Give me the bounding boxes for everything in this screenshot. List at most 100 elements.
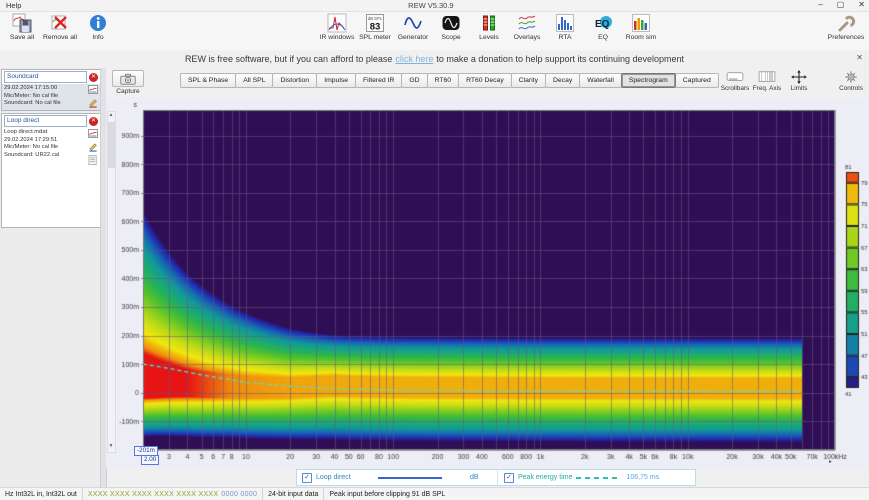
remove-all-button[interactable]: Remove all bbox=[42, 13, 78, 41]
ir-windows-label: IR windows bbox=[320, 34, 355, 41]
thumbnail-icon[interactable] bbox=[88, 129, 98, 138]
measurement-name-field[interactable]: Soundcard bbox=[4, 71, 87, 83]
vertical-scrollbar[interactable] bbox=[107, 111, 116, 453]
room-sim-button[interactable]: Room sim bbox=[623, 13, 659, 41]
pencil-red-icon[interactable] bbox=[88, 97, 98, 108]
measurement-list: Soundcard✕29.02.2024 17:15:00Mic/Meter: … bbox=[0, 69, 106, 228]
remove-all-label: Remove all bbox=[43, 34, 77, 41]
info-button[interactable]: Info bbox=[80, 13, 116, 41]
tab-gd[interactable]: GD bbox=[401, 73, 427, 88]
ir-windows-button[interactable]: IR windows bbox=[319, 13, 355, 41]
generator-icon bbox=[403, 13, 423, 33]
controls-button[interactable]: Controls bbox=[835, 70, 867, 92]
thumbnail-icon[interactable] bbox=[88, 85, 98, 94]
capture-button[interactable]: Capture bbox=[112, 70, 144, 95]
preferences-button[interactable]: Preferences bbox=[828, 13, 864, 41]
tab-distortion[interactable]: Distortion bbox=[272, 73, 317, 88]
peak-energy-label: Peak energy time bbox=[518, 474, 572, 481]
menu-bar: rencesGraphHelpDonatePro Upgrades REW V5… bbox=[0, 0, 869, 12]
vertical-scrollbar-thumb[interactable] bbox=[108, 122, 115, 168]
legend-peak-energy: Peak energy time 106,75 ms bbox=[498, 473, 659, 483]
bit-depth-status: 24-bit input data bbox=[263, 488, 324, 500]
scope-button[interactable]: Scope bbox=[433, 13, 469, 41]
x-axis-min-limit-box[interactable]: 2.00 bbox=[141, 455, 159, 465]
input-bits-status: XXXX XXXX XXXX XXXX XXXX XXXX 0000 0000 bbox=[83, 488, 263, 500]
save-all-label: Save all bbox=[10, 34, 34, 41]
ir-windows-icon bbox=[327, 13, 347, 33]
generator-label: Generator bbox=[398, 34, 429, 41]
camera-icon bbox=[112, 70, 144, 87]
measurement-details: 29.02.2024 17:15:00Mic/Meter: No cal fil… bbox=[4, 85, 85, 108]
tab-clarity[interactable]: Clarity bbox=[511, 73, 546, 88]
overlays-button[interactable]: Overlays bbox=[509, 13, 545, 41]
tab-waterfall[interactable]: Waterfall bbox=[579, 73, 622, 88]
loop-direct-checkbox[interactable] bbox=[302, 473, 312, 483]
save-all-icon bbox=[12, 13, 32, 33]
loop-direct-label: Loop direct bbox=[316, 474, 374, 481]
limits-button[interactable]: Limits bbox=[783, 70, 815, 92]
scope-icon bbox=[441, 13, 461, 33]
toolbar-right-group: Preferences bbox=[827, 12, 865, 42]
tab-decay[interactable]: Decay bbox=[545, 73, 580, 88]
delete-measurement-icon[interactable]: ✕ bbox=[89, 73, 98, 82]
window-maximize-button[interactable]: ▢ bbox=[837, 0, 845, 9]
eq-label: EQ bbox=[598, 34, 608, 41]
graph-tab-strip: SPL & PhaseAll SPLDistortionImpulseFilte… bbox=[180, 73, 718, 88]
freq-axis-icon bbox=[758, 70, 776, 84]
main-toolbar: Save all Remove all Info IR windowsdB SPL8… bbox=[0, 12, 869, 50]
status-bar: Hz Int32L in, Int32L out XXXX XXXX XXXX … bbox=[0, 487, 869, 500]
controls-label: Controls bbox=[839, 85, 863, 92]
spectrogram-canvas[interactable] bbox=[106, 98, 869, 468]
donation-link[interactable]: click here bbox=[395, 54, 433, 64]
pencil-blue-icon[interactable] bbox=[88, 141, 98, 152]
capture-label: Capture bbox=[116, 88, 139, 95]
tab-rt60[interactable]: RT60 bbox=[427, 73, 460, 88]
measurement-card-soundcard[interactable]: Soundcard✕ 29.02.2024 17:15:00Mic/Meter: … bbox=[1, 69, 101, 111]
scroll-down-icon[interactable]: ▼ bbox=[109, 444, 114, 449]
delete-measurement-icon[interactable]: ✕ bbox=[89, 117, 98, 126]
measurement-card-loop-direct[interactable]: Loop direct✕Loop direct.mdat29.02.2024 1… bbox=[1, 113, 101, 228]
eq-button[interactable]: EQ EQ bbox=[585, 13, 621, 41]
freq-axis-button[interactable]: Freq. Axis bbox=[751, 70, 783, 92]
room-sim-label: Room sim bbox=[626, 34, 657, 41]
limits-icon bbox=[790, 70, 808, 84]
generator-button[interactable]: Generator bbox=[395, 13, 431, 41]
chart-legend: Loop direct dB Peak energy time 106,75 m… bbox=[296, 469, 696, 486]
window-minimize-button[interactable]: – bbox=[818, 0, 822, 9]
save-all-button[interactable]: Save all bbox=[4, 13, 40, 41]
scroll-right-icon[interactable]: ► bbox=[828, 460, 833, 465]
tab-impulse[interactable]: Impulse bbox=[316, 73, 356, 88]
menu-help[interactable]: Help bbox=[0, 1, 58, 10]
spl-meter-button[interactable]: dB SPL83SPL meter bbox=[357, 13, 393, 41]
room-sim-icon bbox=[631, 13, 651, 33]
tab-rt60-decay[interactable]: RT60 Decay bbox=[458, 73, 512, 88]
scroll-up-icon[interactable]: ▲ bbox=[109, 113, 114, 118]
peak-energy-checkbox[interactable] bbox=[504, 473, 514, 483]
tab-spl-phase[interactable]: SPL & Phase bbox=[180, 73, 236, 88]
notes-icon[interactable] bbox=[88, 155, 98, 166]
levels-button[interactable]: Levels bbox=[471, 13, 507, 41]
tab-captured[interactable]: Captured bbox=[675, 73, 719, 88]
graph-buttons: ScrollbarsFreq. Axis Limits bbox=[719, 70, 815, 92]
donation-close-icon[interactable]: ✕ bbox=[856, 53, 863, 62]
rta-button[interactable]: RTA bbox=[547, 13, 583, 41]
window-controls: – ▢ ✕ bbox=[818, 0, 865, 9]
scrollbars-button[interactable]: Scrollbars bbox=[719, 70, 751, 92]
info-label: Info bbox=[92, 34, 103, 41]
peak-input-status: Peak input before clipping 91 dB SPL bbox=[324, 488, 450, 500]
svg-text:EQ: EQ bbox=[595, 19, 610, 30]
measurement-name-field[interactable]: Loop direct bbox=[4, 115, 87, 127]
gear-icon bbox=[842, 70, 860, 84]
input-bits-active: XXXX XXXX XXXX XXXX XXXX XXXX bbox=[88, 491, 218, 498]
levels-label: Levels bbox=[479, 34, 499, 41]
donation-text-pre: REW is free software, but if you can aff… bbox=[185, 54, 392, 64]
toolbar-left-group: Save all Remove all Info bbox=[3, 12, 117, 42]
tab-all-spl[interactable]: All SPL bbox=[235, 73, 273, 88]
window-close-button[interactable]: ✕ bbox=[858, 0, 865, 9]
limits-label: Limits bbox=[791, 85, 808, 92]
remove-all-icon bbox=[50, 13, 70, 33]
sample-format-status: Hz Int32L in, Int32L out bbox=[0, 488, 83, 500]
loop-direct-unit: dB bbox=[470, 474, 479, 481]
tab-spectrogram[interactable]: Spectrogram bbox=[621, 73, 676, 88]
tab-filtered-ir[interactable]: Filtered IR bbox=[355, 73, 402, 88]
